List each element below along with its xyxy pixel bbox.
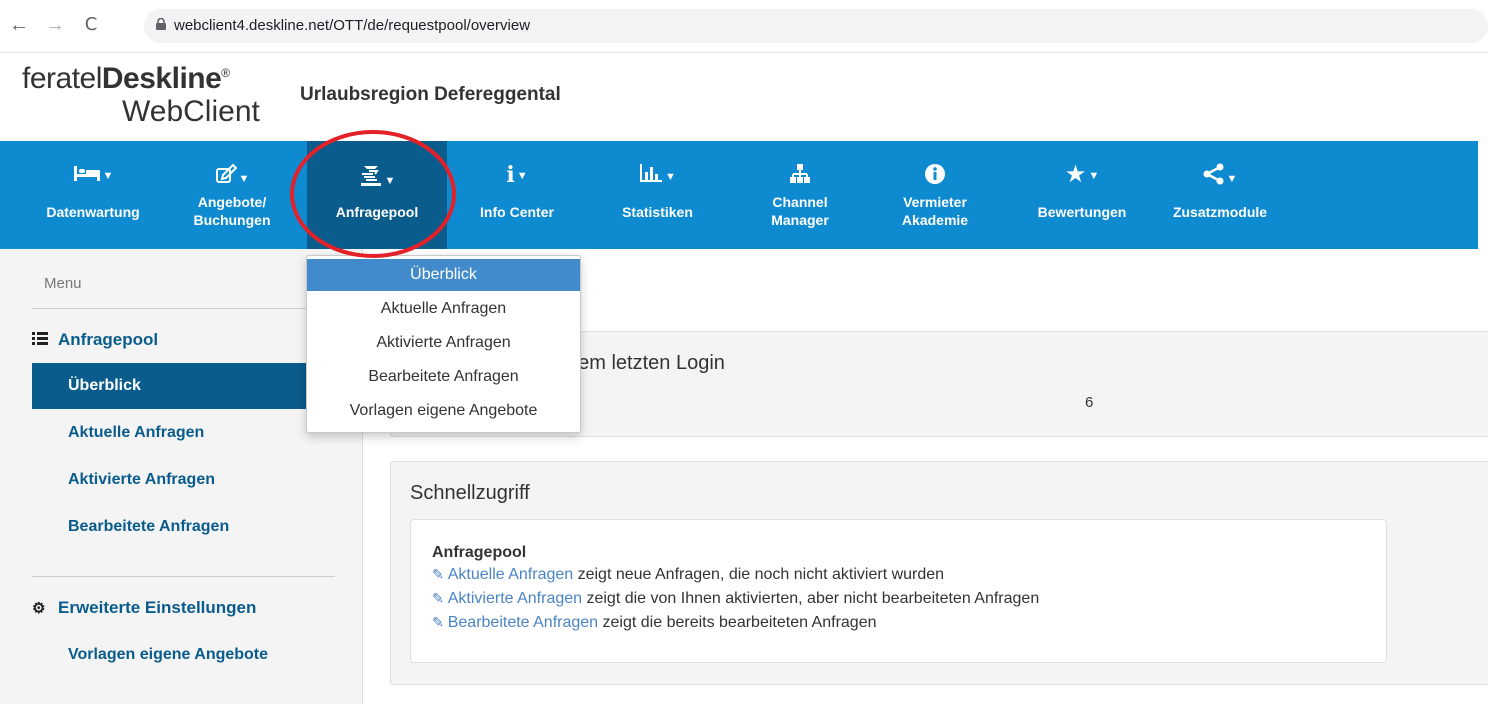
browser-toolbar: ← → C webclient4.deskline.net/OTT/de/req…: [0, 0, 1488, 53]
nav-label-line1: Angebote/: [197, 194, 267, 210]
offers-icon: ▼: [180, 163, 284, 191]
nav-label: Zusatzmodule: [1172, 204, 1268, 220]
nav-info-center[interactable]: i ▼ Info Center: [462, 141, 572, 249]
info-circle-icon: [880, 163, 990, 190]
request-pool-icon: ▼: [307, 163, 447, 193]
sitemap-icon: [745, 163, 855, 190]
main-navigation: ▼ Datenwartung ▼ Angebote/Buchungen ▼ An…: [0, 141, 1478, 249]
nav-label-line2: Akademie: [901, 212, 969, 228]
sidebar-divider: [32, 576, 335, 577]
quick-access-row: ✎ Bearbeitete Anfragen zeigt die bereits …: [432, 614, 877, 632]
share-icon: ▼: [1160, 163, 1280, 191]
nav-datenwartung[interactable]: ▼ Datenwartung: [28, 141, 158, 249]
quick-access-panel: Schnellzugriff Anfragepool ✎ Aktuelle Anf…: [390, 461, 1488, 685]
info-letter-icon: i ▼: [506, 162, 528, 188]
row-description: zeigt neue Anfragen, die noch nicht akti…: [573, 566, 945, 583]
nav-statistiken[interactable]: ▼ Statistiken: [600, 141, 715, 249]
sidebar-item-aktivierte-anfragen[interactable]: Aktivierte Anfragen: [32, 457, 362, 503]
nav-label: Datenwartung: [46, 204, 140, 220]
menu-heading: Menu: [44, 275, 82, 292]
bed-icon: ▼: [28, 163, 158, 188]
nav-channel-manager[interactable]: Channel Manager: [745, 141, 855, 249]
nav-anfragepool[interactable]: ▼ Anfragepool: [307, 141, 447, 249]
nav-label-line1: Channel: [772, 194, 828, 210]
region-title: Urlaubsregion Defereggental: [300, 84, 561, 105]
nav-label: Bewertungen: [1037, 204, 1127, 220]
back-icon[interactable]: ←: [8, 14, 30, 36]
sidebar-section-label: Erweiterte Einstellungen: [58, 598, 257, 617]
quick-access-heading: Anfragepool: [432, 544, 527, 561]
nav-angebote-buchungen[interactable]: ▼ Angebote/Buchungen: [180, 141, 284, 249]
link-aktuelle-anfragen[interactable]: Aktuelle Anfragen: [448, 566, 573, 583]
sidebar-section-label: Anfragepool: [58, 330, 159, 349]
pencil-icon: ✎: [432, 614, 444, 630]
new-requests-count: 6: [1085, 394, 1094, 411]
logo-reg: ®: [221, 66, 230, 80]
nav-label-line2: Buchungen: [193, 212, 271, 228]
dropdown-item-vorlagen-eigene-angebote[interactable]: Vorlagen eigene Angebote: [307, 395, 580, 427]
sidebar-item-vorlagen-eigene-angebote[interactable]: Vorlagen eigene Angebote: [32, 632, 362, 678]
address-bar[interactable]: webclient4.deskline.net/OTT/de/requestpo…: [144, 9, 1488, 43]
nav-label-line1: Vermieter: [903, 194, 967, 210]
lock-icon: [156, 18, 166, 30]
star-icon: ★ ▼: [1064, 161, 1100, 188]
pencil-icon: ✎: [432, 590, 444, 606]
nav-bewertungen[interactable]: ★ ▼ Bewertungen: [1022, 141, 1142, 249]
row-description: zeigt die bereits bearbeiteten Anfragen: [598, 614, 877, 631]
nav-label: Info Center: [480, 204, 554, 220]
nav-zusatzmodule[interactable]: ▼ Zusatzmodule: [1160, 141, 1280, 249]
sidebar-divider: [32, 308, 335, 309]
cogs-icon: ⚙: [32, 600, 46, 617]
anfragepool-dropdown-menu: Überblick Aktuelle Anfragen Aktivierte A…: [306, 255, 581, 433]
dropdown-item-aktivierte-anfragen[interactable]: Aktivierte Anfragen: [307, 327, 580, 359]
row-description: zeigt die von Ihnen aktivierten, aber ni…: [582, 590, 1040, 607]
link-bearbeitete-anfragen[interactable]: Bearbeitete Anfragen: [448, 614, 598, 631]
sidebar-section-erweiterte-einstellungen[interactable]: ⚙ Erweiterte Einstellungen: [32, 598, 256, 618]
nav-vermieter-akademie[interactable]: Vermieter Akademie: [880, 141, 990, 249]
panel-title: dem letzten Login: [567, 352, 725, 374]
quick-access-row: ✎ Aktuelle Anfragen zeigt neue Anfragen, …: [432, 566, 944, 584]
sidebar-item-bearbeitete-anfragen[interactable]: Bearbeitete Anfragen: [32, 504, 362, 550]
chart-icon: ▼: [600, 163, 715, 189]
logo-sub: WebClient: [122, 95, 260, 128]
quick-access-row: ✎ Aktivierte Anfragen zeigt die von Ihnen…: [432, 590, 1039, 608]
pencil-icon: ✎: [432, 566, 444, 582]
nav-label: Anfragepool: [335, 204, 419, 220]
nav-label: Statistiken: [622, 204, 693, 220]
reload-icon[interactable]: C: [80, 14, 102, 36]
feratel-deskline-logo[interactable]: feratelDeskline® WebClient: [22, 62, 292, 132]
sidebar-section-anfragepool[interactable]: Anfragepool: [32, 330, 158, 350]
dropdown-item-aktuelle-anfragen[interactable]: Aktuelle Anfragen: [307, 293, 580, 325]
link-aktivierte-anfragen[interactable]: Aktivierte Anfragen: [448, 590, 582, 607]
logo-brand: Deskline: [101, 62, 222, 95]
panel-title: Schnellzugriff: [410, 482, 530, 504]
dropdown-item-bearbeitete-anfragen[interactable]: Bearbeitete Anfragen: [307, 361, 580, 393]
dropdown-item-ueberblick[interactable]: Überblick: [307, 259, 580, 291]
url-text: webclient4.deskline.net/OTT/de/requestpo…: [174, 17, 531, 34]
quick-access-box: Anfragepool ✎ Aktuelle Anfragen zeigt neu…: [410, 519, 1387, 663]
list-icon: [32, 330, 58, 350]
nav-label-line2: Manager: [771, 212, 829, 228]
forward-icon[interactable]: →: [44, 14, 66, 36]
logo-prefix: feratel: [22, 62, 102, 95]
